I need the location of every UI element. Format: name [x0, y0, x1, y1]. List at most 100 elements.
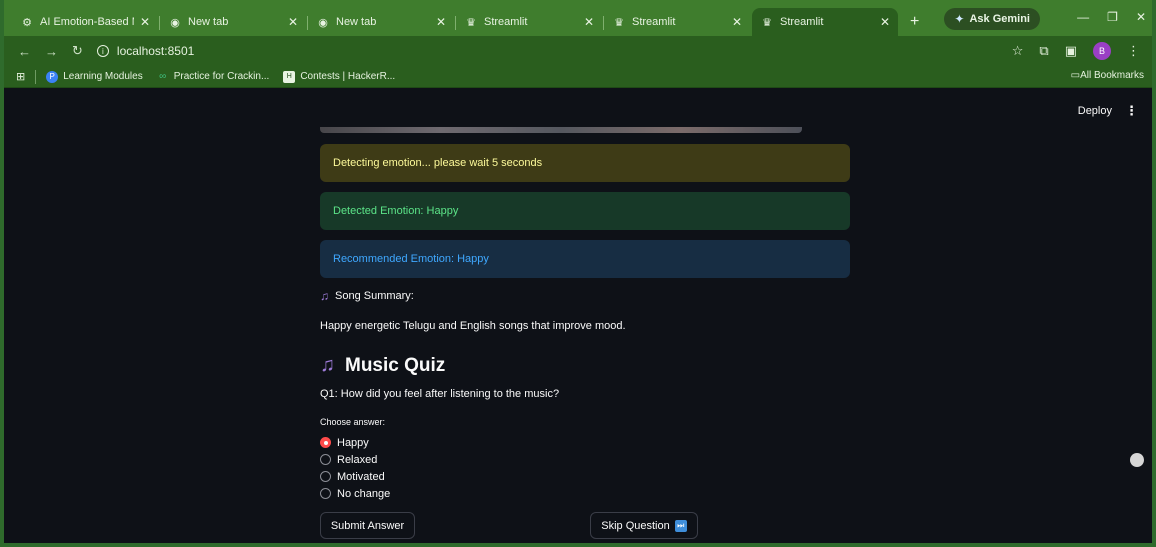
streamlit-icon: ♛ [466, 16, 476, 29]
p-icon: P [46, 70, 59, 83]
tab-new-tab-1[interactable]: ◉ New tab ✕ [160, 8, 308, 36]
radio-empty-icon [320, 471, 331, 482]
tab-streamlit-2[interactable]: ♛ Streamlit ✕ [604, 8, 750, 36]
close-icon[interactable]: ✕ [436, 15, 446, 29]
divider [35, 69, 37, 84]
close-window-icon[interactable]: ✕ [1136, 10, 1146, 24]
submit-answer-button[interactable]: Submit Answer [320, 512, 415, 539]
skip-question-button[interactable]: Skip Question ⏭ [590, 512, 698, 539]
bookmark-star-icon[interactable]: ☆ [1012, 43, 1024, 59]
new-tab-button[interactable]: + [900, 8, 929, 36]
quiz-question: Q1: How did you feel after listening to … [320, 388, 560, 400]
bookmark-practice[interactable]: ∞ Practice for Crackin... [157, 71, 269, 83]
chrome-icon: ◉ [318, 16, 328, 29]
close-icon[interactable]: ✕ [288, 15, 298, 29]
url-text: localhost:8501 [116, 44, 195, 58]
forward-icon[interactable]: → [45, 44, 58, 59]
radio-option-no-change[interactable]: No change [320, 485, 390, 502]
music-note-icon: ♫ [320, 354, 335, 376]
ask-gemini-label: Ask Gemini [969, 13, 1030, 25]
navigation-bar: ← → ↻ i localhost:8501 ☆ ⧉ ▣ B ⋮ [4, 36, 1152, 66]
quiz-title-text: Music Quiz [345, 354, 446, 376]
radio-label: No change [337, 487, 391, 500]
menu-icon[interactable]: ⋮ [1127, 43, 1140, 59]
choose-answer-label: Choose answer: [320, 417, 386, 427]
widget-icon [1130, 453, 1144, 467]
warning-alert: Detecting emotion... please wait 5 secon… [320, 144, 850, 182]
toolbar-actions: ☆ ⧉ ▣ B ⋮ [1012, 42, 1140, 60]
ask-gemini-button[interactable]: ✦ Ask Gemini [944, 8, 1040, 30]
tab-streamlit-active[interactable]: ♛ Streamlit ✕ [752, 8, 898, 36]
profile-avatar[interactable]: B [1093, 42, 1111, 60]
apps-grid-icon[interactable]: ⊞ [16, 70, 25, 83]
music-note-icon: ♫ [320, 289, 329, 303]
bookmark-label: Contests | HackerR... [300, 71, 396, 82]
submit-label: Submit Answer [330, 519, 405, 532]
hackerrank-icon: H [283, 70, 296, 83]
radio-empty-icon [320, 488, 331, 499]
side-panel-icon[interactable]: ▣ [1065, 43, 1077, 59]
success-text: Detected Emotion: Happy [333, 205, 459, 217]
radio-label: Happy [337, 436, 369, 449]
all-bookmarks-button[interactable]: ▭ All Bookmarks [1071, 70, 1144, 81]
tab-title: New tab [188, 16, 229, 28]
chrome-icon: ◉ [170, 16, 180, 29]
warning-text: Detecting emotion... please wait 5 secon… [333, 157, 543, 169]
bookmark-contests[interactable]: H Contests | HackerR... [283, 70, 396, 83]
close-icon[interactable]: ✕ [140, 15, 150, 29]
reload-icon[interactable]: ↻ [72, 43, 83, 59]
site-info-icon[interactable]: i [96, 45, 109, 57]
tab-title: New tab [336, 16, 377, 28]
back-icon[interactable]: ← [18, 44, 31, 59]
summary-heading-text: Song Summary: [335, 290, 414, 302]
radio-empty-icon [320, 454, 331, 465]
info-alert: Recommended Emotion: Happy [320, 240, 850, 278]
tab-new-tab-2[interactable]: ◉ New tab ✕ [308, 8, 456, 36]
minimize-icon[interactable]: — [1077, 10, 1089, 24]
radio-selected-icon [320, 437, 331, 448]
streamlit-page: Deploy ⋮ Detecting emotion... please wai… [4, 89, 1152, 543]
radio-label: Relaxed [337, 453, 378, 466]
tab-title: AI Emotion-Based Mus [40, 16, 134, 28]
radio-option-happy[interactable]: Happy [320, 434, 390, 451]
bookmark-learning-modules[interactable]: P Learning Modules [46, 70, 143, 83]
bookmarks-bar: ⊞ P Learning Modules ∞ Practice for Crac… [4, 66, 1152, 88]
answer-radio-group: Happy Relaxed Motivated No change [320, 434, 390, 502]
bookmark-label: Learning Modules [63, 71, 143, 82]
tab-title: Streamlit [780, 16, 824, 28]
folder-icon: ▭ [1070, 70, 1081, 81]
all-bookmarks-label: All Bookmarks [1080, 70, 1144, 81]
deploy-button[interactable]: Deploy [1078, 105, 1112, 117]
close-icon[interactable]: ✕ [584, 15, 594, 29]
song-summary-text: Happy energetic Telugu and English songs… [320, 320, 626, 332]
close-icon[interactable]: ✕ [732, 15, 742, 29]
radio-option-relaxed[interactable]: Relaxed [320, 451, 390, 468]
tab-title: Streamlit [484, 16, 528, 28]
tab-ai-emotion[interactable]: ⚙ AI Emotion-Based Mus ✕ [12, 8, 160, 36]
link-icon: ∞ [159, 71, 167, 82]
restore-icon[interactable]: ❐ [1107, 10, 1118, 24]
fast-forward-icon: ⏭ [674, 519, 687, 532]
streamlit-icon: ♛ [614, 16, 624, 29]
tab-streamlit-1[interactable]: ♛ Streamlit ✕ [456, 8, 604, 36]
skip-label: Skip Question [601, 519, 670, 532]
radio-label: Motivated [337, 470, 385, 483]
info-text: Recommended Emotion: Happy [333, 253, 489, 265]
window-controls: — ❐ ✕ [1077, 10, 1146, 24]
extensions-icon[interactable]: ⧉ [1039, 43, 1048, 59]
video-frame-image [320, 127, 802, 133]
main-menu-icon[interactable]: ⋮ [1125, 103, 1138, 119]
success-alert: Detected Emotion: Happy [320, 192, 850, 230]
floating-widget[interactable] [1126, 453, 1148, 481]
close-icon[interactable]: ✕ [880, 15, 890, 29]
tab-strip: ⚙ AI Emotion-Based Mus ✕ ◉ New tab ✕ ◉ N… [4, 0, 1152, 36]
streamlit-icon: ♛ [762, 16, 772, 29]
address-bar[interactable]: i localhost:8501 [96, 39, 1002, 63]
tab-title: Streamlit [632, 16, 676, 28]
quiz-title: ♫ Music Quiz [320, 354, 445, 377]
gear-icon: ⚙ [22, 16, 32, 29]
gemini-icon: ✦ [954, 12, 965, 26]
radio-option-motivated[interactable]: Motivated [320, 468, 390, 485]
browser-window: ⚙ AI Emotion-Based Mus ✕ ◉ New tab ✕ ◉ N… [0, 0, 1156, 547]
song-summary-heading: ♫ Song Summary: [320, 289, 414, 303]
